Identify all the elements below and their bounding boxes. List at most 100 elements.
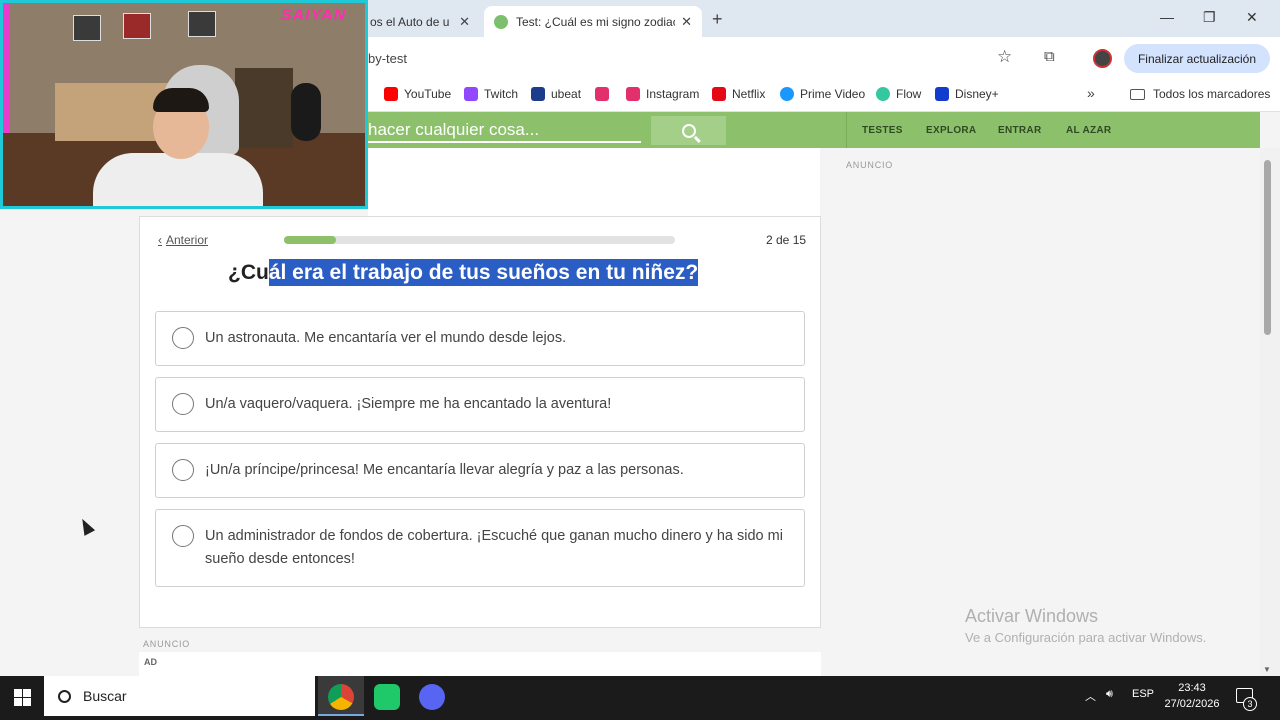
person-shirt — [93, 153, 263, 206]
folder-icon — [1130, 88, 1145, 100]
answer-option[interactable]: Un astronauta. Me encantaría ver el mund… — [155, 311, 805, 366]
answer-option[interactable]: ¡Un/a príncipe/princesa! Me encantaría l… — [155, 443, 805, 498]
close-icon[interactable]: ✕ — [459, 14, 470, 30]
previous-link[interactable]: ‹ Anterior — [158, 233, 208, 247]
clock-date: 27/02/2026 — [1164, 698, 1220, 710]
url-field[interactable]: by-test — [368, 51, 407, 66]
ad-label: ANUNCIO — [846, 160, 894, 170]
kick-app-icon[interactable] — [374, 684, 400, 710]
site-favicon-icon — [494, 14, 508, 29]
nav-testes[interactable]: TESTES — [862, 125, 903, 136]
scroll-down-icon[interactable]: ▼ — [1263, 665, 1271, 674]
site-search-input[interactable]: hacer cualquier cosa... — [368, 120, 539, 140]
question-text: ¿Cu — [228, 261, 269, 284]
update-button[interactable]: Finalizar actualización — [1124, 44, 1270, 73]
content-header-area — [368, 148, 820, 216]
bookmark-instagram-icon-only[interactable] — [595, 87, 615, 101]
radio-button[interactable] — [172, 327, 194, 349]
language-indicator[interactable]: ESP — [1132, 688, 1154, 700]
bookmark-disney[interactable]: Disney+ — [935, 87, 999, 101]
bookmark-star-icon[interactable]: ☆ — [997, 47, 1012, 67]
windows-start-icon[interactable] — [14, 689, 31, 706]
netflix-icon — [712, 87, 726, 101]
mouse-cursor-icon — [76, 516, 96, 536]
search-icon — [681, 123, 696, 138]
progress-bar — [284, 236, 675, 244]
nav-entrar[interactable]: ENTRAR — [998, 125, 1041, 136]
youtube-icon — [384, 87, 398, 101]
close-icon[interactable]: ✕ — [681, 14, 692, 30]
restore-icon[interactable]: ❐ — [1203, 9, 1216, 26]
ad-sidebar — [820, 148, 1260, 676]
stream-brand-logo: SAIYAN — [281, 7, 347, 24]
pink-border-accent — [3, 3, 9, 133]
radio-button[interactable] — [172, 459, 194, 481]
search-icon — [58, 689, 71, 703]
profile-avatar[interactable] — [1093, 49, 1112, 68]
ubeat-icon — [531, 87, 545, 101]
bookmark-netflix[interactable]: Netflix — [712, 87, 765, 101]
answer-option[interactable]: Un administrador de fondos de cobertura.… — [155, 509, 805, 587]
bookmark-label: Disney+ — [955, 87, 999, 101]
activate-windows-subtitle: Ve a Configuración para activar Windows. — [965, 630, 1207, 645]
bookmark-label: Prime Video — [800, 87, 866, 101]
nav-explora[interactable]: EXPLORA — [926, 125, 976, 136]
previous-label: Anterior — [166, 233, 209, 247]
search-button[interactable] — [651, 116, 726, 145]
radio-button[interactable] — [172, 525, 194, 547]
nav-al-azar[interactable]: AL AZAR — [1066, 125, 1111, 136]
taskbar: Buscar ︿ 🔊︎ ESP 23:43 27/02/2026 3 — [0, 676, 1280, 720]
shelf — [235, 68, 293, 148]
question-counter: 2 de 15 — [766, 233, 807, 247]
bookmark-label: ubeat — [551, 87, 582, 101]
page-scrollbar[interactable]: ▼ — [1260, 148, 1280, 676]
tab-auto[interactable]: os el Auto de u ✕ — [360, 6, 480, 37]
wall-poster — [188, 11, 216, 37]
question-title: ¿Cuál era el trabajo de tus sueños en tu… — [228, 259, 699, 286]
taskbar-clock[interactable]: 23:43 27/02/2026 — [1162, 680, 1222, 712]
instagram-icon — [626, 87, 640, 101]
search-underline — [368, 141, 641, 143]
all-bookmarks-button[interactable]: Todos los marcadores — [1130, 87, 1270, 101]
bookmark-label: YouTube — [404, 87, 452, 101]
bookmark-twitch[interactable]: Twitch — [464, 87, 518, 101]
wall-poster — [123, 13, 151, 39]
activate-windows-title: Activar Windows — [965, 606, 1099, 626]
clock-time: 23:43 — [1178, 682, 1206, 694]
extensions-icon[interactable]: ⧉ — [1044, 48, 1055, 65]
option-text: Un administrador de fondos de cobertura.… — [205, 528, 783, 567]
flow-icon — [876, 87, 890, 101]
minimize-icon[interactable]: — — [1160, 9, 1174, 25]
radio-button[interactable] — [172, 393, 194, 415]
discord-icon[interactable] — [419, 684, 445, 710]
tab-title: Test: ¿Cuál es mi signo zodiacal — [516, 14, 676, 29]
option-text: Un astronauta. Me encantaría ver el mund… — [205, 330, 567, 346]
answer-option[interactable]: Un/a vaquero/vaquera. ¡Siempre me ha enc… — [155, 377, 805, 432]
bookmark-youtube[interactable]: YouTube — [384, 87, 451, 101]
tray-overflow-icon[interactable]: ︿ — [1085, 688, 1096, 704]
guitar — [291, 83, 321, 141]
more-bookmarks-icon[interactable]: » — [1087, 85, 1095, 101]
scroll-thumb[interactable] — [1264, 160, 1271, 335]
bookmark-label: Netflix — [732, 87, 766, 101]
bookmark-instagram[interactable]: Instagram — [626, 87, 699, 101]
webcam-overlay: SAIYAN — [0, 0, 368, 209]
bookmark-label: Instagram — [646, 87, 700, 101]
tab-title: os el Auto de u — [370, 14, 450, 29]
new-tab-icon[interactable]: + — [712, 9, 723, 30]
bookmark-prime-video[interactable]: Prime Video — [780, 87, 865, 101]
chrome-icon[interactable] — [328, 684, 354, 710]
option-text: Un/a vaquero/vaquera. ¡Siempre me ha enc… — [205, 396, 612, 412]
close-window-icon[interactable]: ✕ — [1246, 9, 1258, 26]
tab-zodiac-test[interactable]: Test: ¿Cuál es mi signo zodiacal ✕ — [484, 6, 702, 37]
nav-divider — [846, 112, 847, 148]
quiz-card: ‹ Anterior 2 de 15 ¿Cuál era el trabajo d… — [139, 216, 821, 628]
bookmark-flow[interactable]: Flow — [876, 87, 921, 101]
taskbar-search[interactable]: Buscar — [44, 676, 315, 716]
question-text-selected: ál era el trabajo de tus sueños en tu ni… — [268, 259, 699, 286]
ad-banner[interactable]: AD — [139, 652, 821, 676]
bookmark-label: Flow — [896, 87, 922, 101]
ad-tag: AD — [144, 657, 157, 667]
volume-icon[interactable]: 🔊︎ — [1106, 688, 1113, 701]
bookmark-ubeat[interactable]: ubeat — [531, 87, 581, 101]
